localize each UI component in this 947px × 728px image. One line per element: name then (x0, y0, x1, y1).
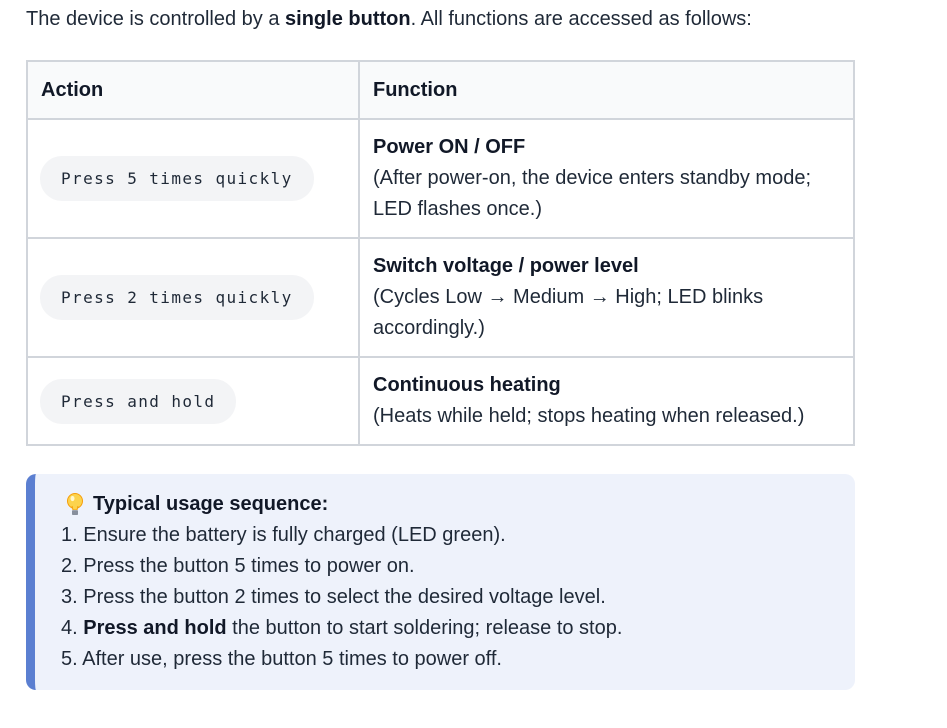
function-cell: Continuous heating (Heats while held; st… (358, 356, 855, 446)
header-action: Action (26, 60, 360, 120)
usage-steps-list: 1. Ensure the battery is fully charged (… (61, 520, 855, 675)
step-rest-text: the button to start soldering; release t… (226, 617, 623, 639)
action-code-pill: Press 2 times quickly (40, 275, 314, 320)
step-number: 4. (61, 617, 84, 639)
usage-step: 4. Press and hold the button to start so… (61, 613, 855, 644)
header-function: Function (358, 60, 855, 120)
table-row: Press 2 times quickly Switch voltage / p… (26, 237, 855, 358)
intro-paragraph: The device is controlled by a single but… (26, 5, 752, 33)
table-row: Press and hold Continuous heating (Heats… (26, 356, 855, 446)
function-title: Continuous heating (373, 374, 561, 396)
function-description: (Heats while held; stops heating when re… (373, 405, 805, 427)
intro-prefix: The device is controlled by a (26, 8, 286, 30)
intro-suffix: . All functions are accessed as follows: (410, 8, 752, 30)
function-title: Switch voltage / power level (373, 255, 639, 277)
table-header-row: Action Function (26, 60, 855, 120)
usage-step: 3. Press the button 2 times to select th… (61, 586, 606, 608)
tip-title: Typical usage sequence: (93, 493, 329, 515)
function-description: (Cycles Low → Medium → High; LED blinks … (373, 286, 764, 339)
action-code-pill: Press 5 times quickly (40, 156, 314, 201)
table-row: Press 5 times quickly Power ON / OFF (Af… (26, 118, 855, 239)
function-title: Power ON / OFF (373, 136, 526, 158)
usage-step: 1. Ensure the battery is fully charged (… (61, 524, 506, 546)
intro-bold: single button (285, 8, 411, 30)
function-cell: Switch voltage / power level (Cycles Low… (358, 237, 855, 358)
function-description: (After power-on, the device enters stand… (373, 167, 812, 220)
action-cell: Press 2 times quickly (26, 237, 360, 358)
usage-step: 5. After use, press the button 5 times t… (61, 648, 502, 670)
tip-heading: Typical usage sequence: (65, 489, 855, 520)
lightbulb-icon (65, 492, 85, 518)
usage-tip-callout: Typical usage sequence: 1. Ensure the ba… (26, 474, 855, 690)
usage-step: 2. Press the button 5 times to power on. (61, 555, 415, 577)
function-cell: Power ON / OFF (After power-on, the devi… (358, 118, 855, 239)
function-table: Action Function Press 5 times quickly Po… (26, 60, 855, 446)
action-cell: Press 5 times quickly (26, 118, 360, 239)
action-code-pill: Press and hold (40, 378, 237, 424)
step-bold-text: Press and hold (83, 617, 227, 639)
action-cell: Press and hold (26, 356, 360, 446)
